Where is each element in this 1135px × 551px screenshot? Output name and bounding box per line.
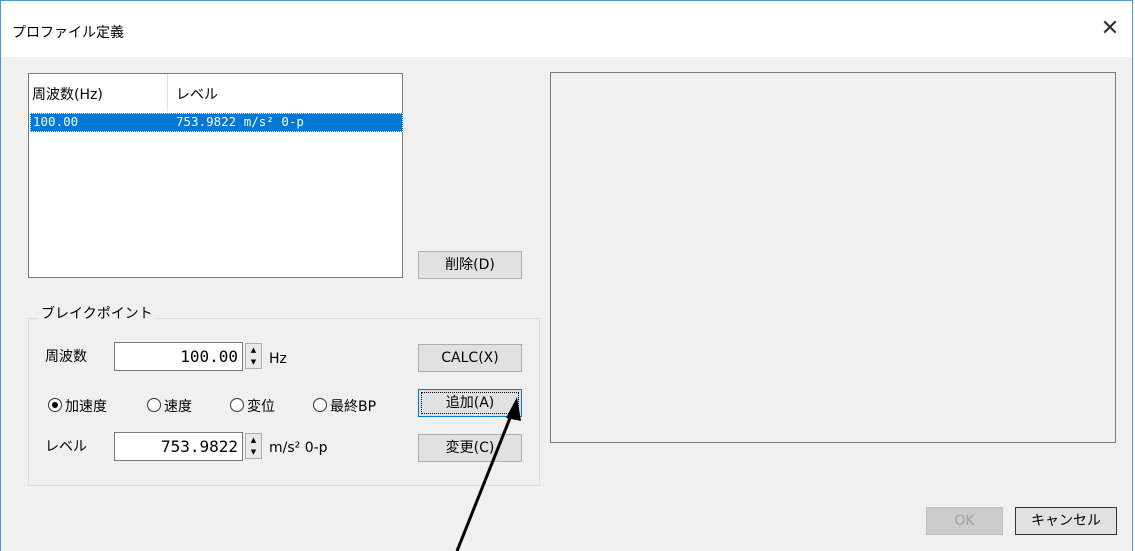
annotation-arrow (455, 397, 521, 551)
